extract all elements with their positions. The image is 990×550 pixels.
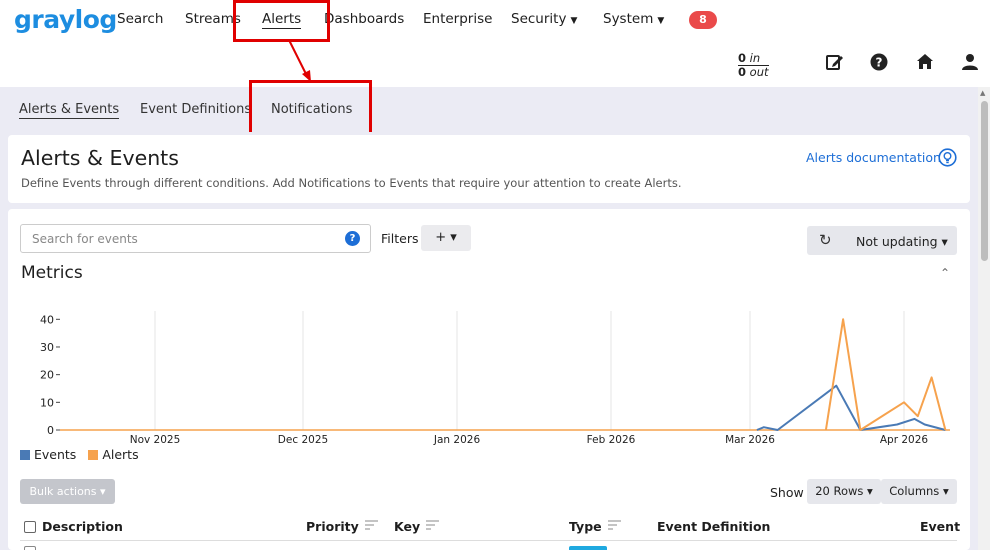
help-icon[interactable]: ? xyxy=(870,53,888,71)
highlight-notifications-box xyxy=(249,80,372,139)
search-help-icon[interactable]: ? xyxy=(345,231,360,246)
add-filter-button[interactable]: + ▾ xyxy=(421,225,471,251)
svg-text:?: ? xyxy=(876,56,883,70)
column-header-type-label: Type xyxy=(569,519,602,534)
collapse-icon[interactable]: ⌃ xyxy=(940,266,950,280)
chart-x-tick-label: Jan 2026 xyxy=(433,434,481,446)
sort-icon xyxy=(426,520,440,530)
throughput-indicator[interactable]: 0 in 0 out xyxy=(738,52,769,78)
search-input[interactable] xyxy=(21,225,331,252)
legend-alerts-swatch xyxy=(88,450,99,460)
bulk-actions-button[interactable]: Bulk actions ▾ xyxy=(20,479,115,504)
page-description: Define Events through different conditio… xyxy=(21,176,682,190)
chart-y-tick-label: 10 xyxy=(40,396,54,409)
event-search-box: ? xyxy=(20,224,371,253)
user-icon[interactable] xyxy=(961,53,979,71)
legend-alerts[interactable]: Alerts xyxy=(88,447,139,462)
chart-x-tick-label: Feb 2026 xyxy=(587,434,636,446)
alerts-subnav: Alerts & Events Event Definitions Notifi… xyxy=(0,87,978,132)
select-all-checkbox[interactable] xyxy=(24,521,36,533)
sort-icon xyxy=(364,520,378,530)
tab-alerts-events[interactable]: Alerts & Events xyxy=(19,102,120,119)
chart-y-tick-label: 40 xyxy=(40,313,54,326)
metrics-title: Metrics xyxy=(21,263,83,283)
column-header-description[interactable]: Description xyxy=(42,519,123,534)
metrics-chart: 0 10 20 30 40 Nov 2025 Dec 2025 Jan 2026 Feb 202… xyxy=(40,311,950,446)
column-header-event-definition[interactable]: Event Definition xyxy=(657,519,770,534)
graylog-logo[interactable]: graylog xyxy=(14,5,117,34)
lightbulb-icon[interactable] xyxy=(938,148,957,167)
notification-badge[interactable]: 8 xyxy=(689,11,717,29)
chart-y-tick-label: 0 xyxy=(47,424,54,437)
chart-series-alerts-line xyxy=(824,318,947,431)
edit-icon[interactable] xyxy=(826,53,844,71)
nav-search[interactable]: Search xyxy=(117,11,163,27)
chart-x-tick-label: Apr 2026 xyxy=(880,434,929,446)
rows-per-page-button[interactable]: 20 Rows ▾ xyxy=(807,479,881,504)
throughput-in-value: 0 xyxy=(738,51,747,65)
column-header-key[interactable]: Key xyxy=(394,519,440,534)
column-header-event[interactable]: Event xyxy=(920,519,960,534)
refresh-label: Not updating ▾ xyxy=(856,234,948,249)
scrollbar-thumb[interactable] xyxy=(981,101,988,261)
legend-events-label: Events xyxy=(34,447,77,462)
column-header-priority[interactable]: Priority xyxy=(306,519,378,534)
throughput-out-value: 0 xyxy=(738,65,747,79)
column-header-type[interactable]: Type xyxy=(569,519,621,534)
chart-x-tick-label: Mar 2026 xyxy=(725,434,775,446)
home-icon[interactable] xyxy=(916,53,934,71)
nav-enterprise[interactable]: Enterprise xyxy=(423,11,492,27)
nav-system[interactable]: System ▼ xyxy=(603,11,664,27)
legend-events[interactable]: Events xyxy=(20,447,76,462)
tab-event-definitions[interactable]: Event Definitions xyxy=(140,102,251,117)
caret-down-icon: ▼ xyxy=(657,16,665,26)
scroll-up-arrow-icon[interactable]: ▲ xyxy=(980,89,985,97)
refresh-icon: ↻ xyxy=(819,231,832,249)
refresh-button[interactable]: ↻ Not updating ▾ xyxy=(807,226,957,255)
throughput-in-unit: in xyxy=(749,51,761,65)
chart-x-tick-label: Nov 2025 xyxy=(130,434,181,446)
columns-button[interactable]: Columns ▾ xyxy=(881,479,957,504)
alerts-documentation-link[interactable]: Alerts documentation xyxy=(806,150,941,165)
legend-alerts-label: Alerts xyxy=(102,447,139,462)
chart-legend: Events Alerts xyxy=(20,447,147,462)
type-badge xyxy=(569,546,607,550)
page-title: Alerts & Events xyxy=(21,146,179,170)
column-header-priority-label: Priority xyxy=(306,519,359,534)
chart-y-tick-label: 30 xyxy=(40,341,54,354)
top-navbar: graylog Search Streams Alerts Dashboards… xyxy=(0,0,990,87)
highlight-alerts-box xyxy=(233,0,330,42)
caret-down-icon: ▼ xyxy=(570,16,578,26)
sort-icon xyxy=(607,520,621,530)
table-divider xyxy=(20,540,957,541)
column-header-key-label: Key xyxy=(394,519,421,534)
throughput-out-unit: out xyxy=(749,65,769,79)
chart-series-events-line xyxy=(756,384,946,431)
nav-security[interactable]: Security ▼ xyxy=(511,11,577,27)
nav-system-label: System xyxy=(603,11,654,27)
nav-dashboards[interactable]: Dashboards xyxy=(324,11,404,27)
filters-label: Filters xyxy=(381,231,419,246)
legend-events-swatch xyxy=(20,450,30,460)
chart-x-tick-label: Dec 2025 xyxy=(278,434,328,446)
show-label: Show xyxy=(770,485,804,500)
nav-security-label: Security xyxy=(511,11,567,27)
row-checkbox[interactable] xyxy=(24,546,36,550)
annotation-arrow-icon xyxy=(288,39,311,82)
chart-y-tick-label: 20 xyxy=(40,369,54,382)
